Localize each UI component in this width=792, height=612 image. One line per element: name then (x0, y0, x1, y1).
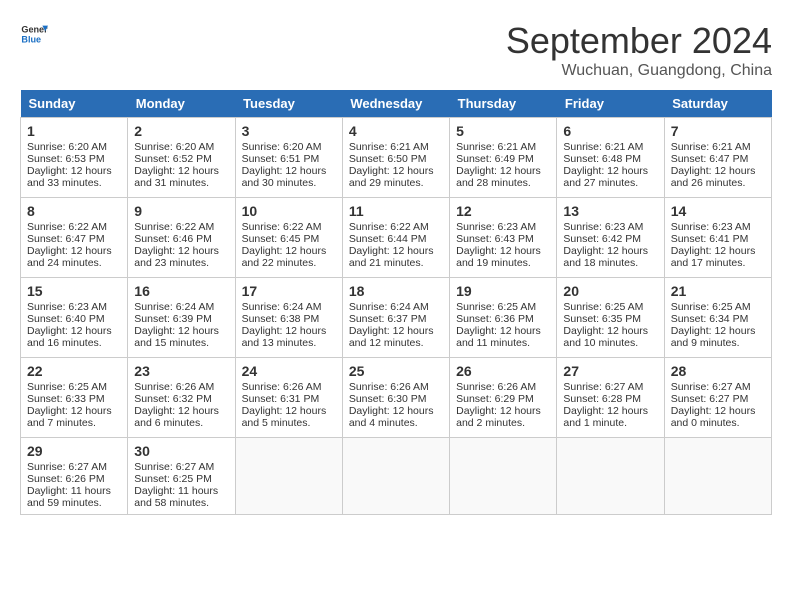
table-row: 2Sunrise: 6:20 AMSunset: 6:52 PMDaylight… (128, 118, 235, 198)
table-row (235, 438, 342, 515)
day-number: 5 (456, 123, 550, 139)
day-number: 23 (134, 363, 228, 379)
day-number: 20 (563, 283, 657, 299)
day-number: 19 (456, 283, 550, 299)
title-block: September 2024 Wuchuan, Guangdong, China (506, 20, 772, 80)
day-number: 24 (242, 363, 336, 379)
logo: General Blue (20, 20, 48, 48)
table-row (450, 438, 557, 515)
table-row: 16Sunrise: 6:24 AMSunset: 6:39 PMDayligh… (128, 278, 235, 358)
day-number: 29 (27, 443, 121, 459)
table-row: 20Sunrise: 6:25 AMSunset: 6:35 PMDayligh… (557, 278, 664, 358)
day-number: 18 (349, 283, 443, 299)
day-number: 1 (27, 123, 121, 139)
day-number: 27 (563, 363, 657, 379)
table-row (342, 438, 449, 515)
table-row: 15Sunrise: 6:23 AMSunset: 6:40 PMDayligh… (21, 278, 128, 358)
day-number: 16 (134, 283, 228, 299)
table-row: 7Sunrise: 6:21 AMSunset: 6:47 PMDaylight… (664, 118, 771, 198)
calendar-row: 1Sunrise: 6:20 AMSunset: 6:53 PMDaylight… (21, 118, 772, 198)
day-number: 28 (671, 363, 765, 379)
day-number: 7 (671, 123, 765, 139)
table-row: 1Sunrise: 6:20 AMSunset: 6:53 PMDaylight… (21, 118, 128, 198)
col-monday: Monday (128, 90, 235, 118)
svg-text:Blue: Blue (21, 34, 41, 44)
col-saturday: Saturday (664, 90, 771, 118)
table-row: 24Sunrise: 6:26 AMSunset: 6:31 PMDayligh… (235, 358, 342, 438)
calendar-row: 15Sunrise: 6:23 AMSunset: 6:40 PMDayligh… (21, 278, 772, 358)
day-number: 25 (349, 363, 443, 379)
day-number: 10 (242, 203, 336, 219)
table-row: 26Sunrise: 6:26 AMSunset: 6:29 PMDayligh… (450, 358, 557, 438)
table-row: 12Sunrise: 6:23 AMSunset: 6:43 PMDayligh… (450, 198, 557, 278)
table-row: 25Sunrise: 6:26 AMSunset: 6:30 PMDayligh… (342, 358, 449, 438)
table-row: 8Sunrise: 6:22 AMSunset: 6:47 PMDaylight… (21, 198, 128, 278)
table-row: 30Sunrise: 6:27 AMSunset: 6:25 PMDayligh… (128, 438, 235, 515)
day-number: 21 (671, 283, 765, 299)
day-number: 14 (671, 203, 765, 219)
table-row: 11Sunrise: 6:22 AMSunset: 6:44 PMDayligh… (342, 198, 449, 278)
header-row: Sunday Monday Tuesday Wednesday Thursday… (21, 90, 772, 118)
table-row: 18Sunrise: 6:24 AMSunset: 6:37 PMDayligh… (342, 278, 449, 358)
location-subtitle: Wuchuan, Guangdong, China (506, 62, 772, 80)
day-number: 2 (134, 123, 228, 139)
calendar-row: 22Sunrise: 6:25 AMSunset: 6:33 PMDayligh… (21, 358, 772, 438)
table-row: 28Sunrise: 6:27 AMSunset: 6:27 PMDayligh… (664, 358, 771, 438)
table-row: 10Sunrise: 6:22 AMSunset: 6:45 PMDayligh… (235, 198, 342, 278)
day-number: 8 (27, 203, 121, 219)
col-thursday: Thursday (450, 90, 557, 118)
day-number: 3 (242, 123, 336, 139)
day-number: 22 (27, 363, 121, 379)
day-number: 4 (349, 123, 443, 139)
table-row: 3Sunrise: 6:20 AMSunset: 6:51 PMDaylight… (235, 118, 342, 198)
col-friday: Friday (557, 90, 664, 118)
month-year-title: September 2024 (506, 20, 772, 62)
calendar-row: 8Sunrise: 6:22 AMSunset: 6:47 PMDaylight… (21, 198, 772, 278)
table-row: 22Sunrise: 6:25 AMSunset: 6:33 PMDayligh… (21, 358, 128, 438)
day-number: 11 (349, 203, 443, 219)
table-row: 23Sunrise: 6:26 AMSunset: 6:32 PMDayligh… (128, 358, 235, 438)
table-row: 13Sunrise: 6:23 AMSunset: 6:42 PMDayligh… (557, 198, 664, 278)
day-number: 15 (27, 283, 121, 299)
table-row: 4Sunrise: 6:21 AMSunset: 6:50 PMDaylight… (342, 118, 449, 198)
table-row: 17Sunrise: 6:24 AMSunset: 6:38 PMDayligh… (235, 278, 342, 358)
day-number: 30 (134, 443, 228, 459)
day-number: 26 (456, 363, 550, 379)
table-row: 21Sunrise: 6:25 AMSunset: 6:34 PMDayligh… (664, 278, 771, 358)
table-row (664, 438, 771, 515)
table-row (557, 438, 664, 515)
table-row: 29Sunrise: 6:27 AMSunset: 6:26 PMDayligh… (21, 438, 128, 515)
day-number: 9 (134, 203, 228, 219)
col-tuesday: Tuesday (235, 90, 342, 118)
col-wednesday: Wednesday (342, 90, 449, 118)
day-number: 17 (242, 283, 336, 299)
table-row: 5Sunrise: 6:21 AMSunset: 6:49 PMDaylight… (450, 118, 557, 198)
calendar-row: 29Sunrise: 6:27 AMSunset: 6:26 PMDayligh… (21, 438, 772, 515)
page-header: General Blue September 2024 Wuchuan, Gua… (20, 20, 772, 80)
table-row: 14Sunrise: 6:23 AMSunset: 6:41 PMDayligh… (664, 198, 771, 278)
table-row: 27Sunrise: 6:27 AMSunset: 6:28 PMDayligh… (557, 358, 664, 438)
calendar-table: Sunday Monday Tuesday Wednesday Thursday… (20, 90, 772, 515)
day-number: 13 (563, 203, 657, 219)
col-sunday: Sunday (21, 90, 128, 118)
table-row: 6Sunrise: 6:21 AMSunset: 6:48 PMDaylight… (557, 118, 664, 198)
day-number: 6 (563, 123, 657, 139)
table-row: 19Sunrise: 6:25 AMSunset: 6:36 PMDayligh… (450, 278, 557, 358)
table-row: 9Sunrise: 6:22 AMSunset: 6:46 PMDaylight… (128, 198, 235, 278)
day-number: 12 (456, 203, 550, 219)
